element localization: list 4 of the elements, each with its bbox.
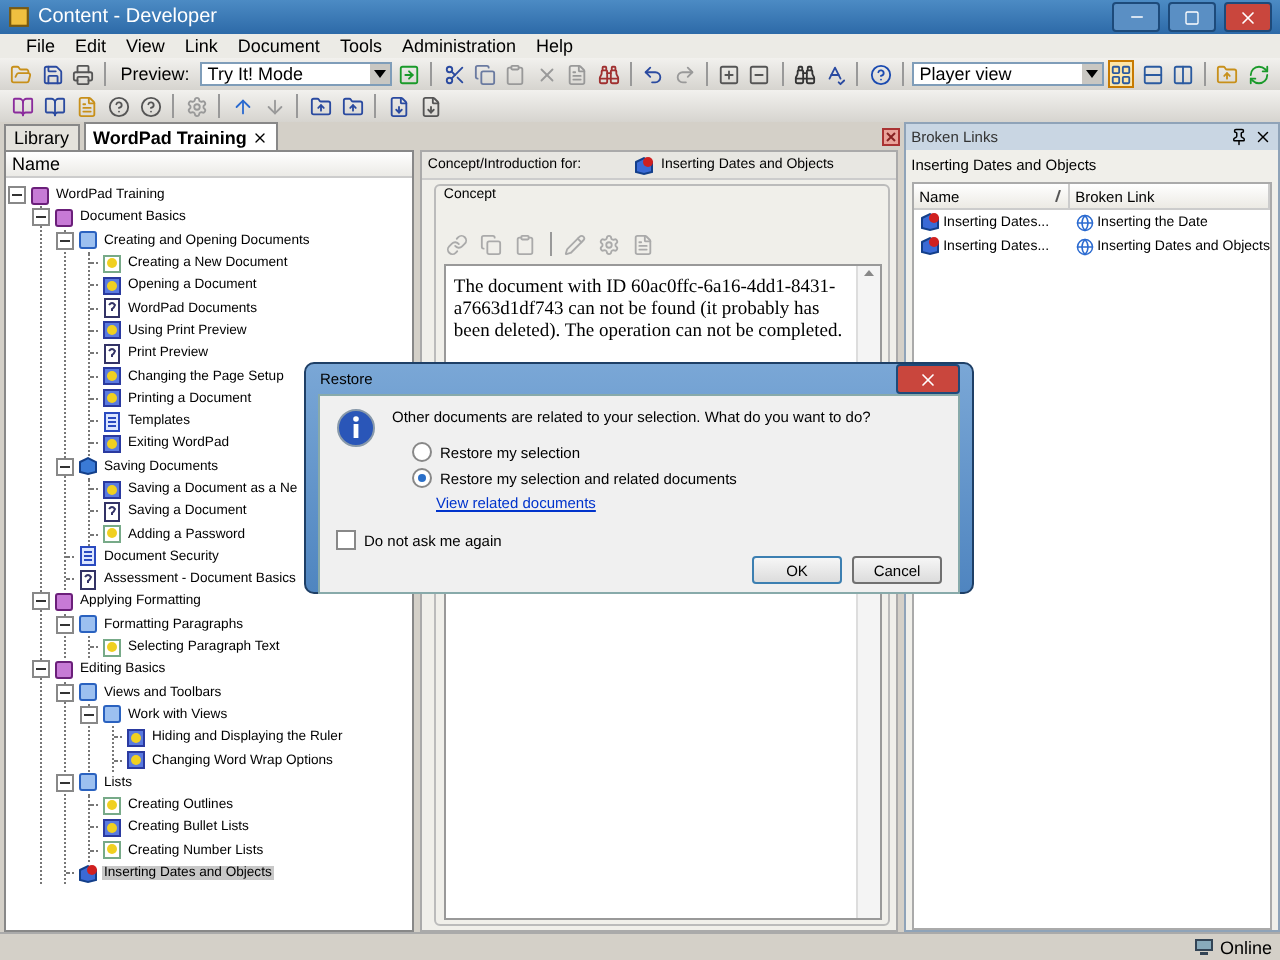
status-text: Online — [1219, 937, 1272, 957]
window-title: Content - Developer — [38, 6, 219, 28]
error-message: The document with ID 60ac0ffc-6a16-4dd1-8431-a7663d1df743 can not be found (it probably has been deleted). The operation can not be completed. — [451, 276, 845, 344]
preview-label: Preview: — [118, 64, 192, 84]
